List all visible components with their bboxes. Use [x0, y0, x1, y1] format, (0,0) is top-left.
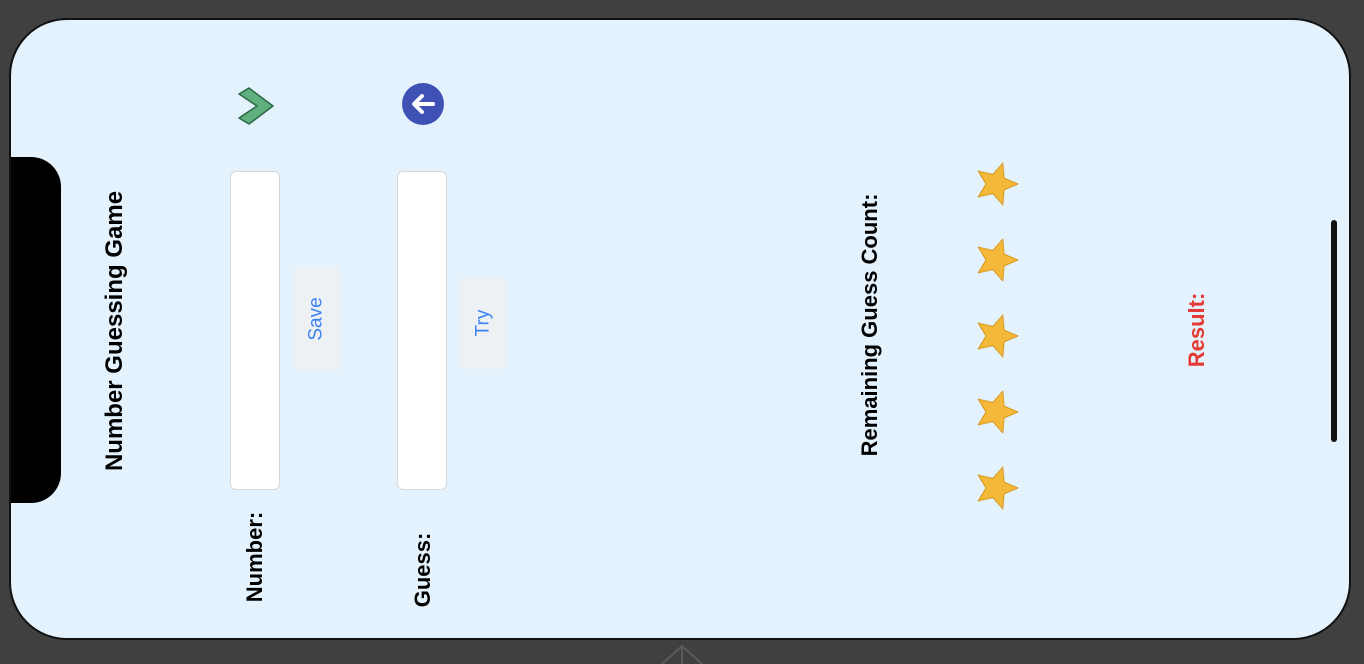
page-title: Number Guessing Game [101, 190, 128, 472]
star-icon [977, 238, 1019, 282]
chevron-right-icon[interactable] [235, 86, 277, 126]
swipe-up-arrow-icon [661, 644, 703, 664]
number-input[interactable] [230, 171, 280, 490]
phone-screen: Number Guessing Game Save Number: Try Gu… [9, 18, 1351, 640]
save-button-label: Save [306, 297, 327, 341]
star-icon [977, 390, 1019, 434]
try-button[interactable]: Try [460, 277, 506, 369]
result-label: Result: [1184, 292, 1209, 368]
guess-label: Guess: [410, 532, 435, 608]
remaining-guess-count-label: Remaining Guess Count: [857, 193, 882, 457]
star-icon [977, 466, 1019, 510]
guess-input[interactable] [397, 171, 447, 490]
device-notch [11, 157, 61, 503]
back-arrow-icon[interactable] [401, 82, 445, 126]
star-icon [977, 314, 1019, 358]
try-button-label: Try [471, 309, 493, 337]
home-indicator [1331, 220, 1337, 442]
number-label: Number: [242, 511, 267, 603]
save-button[interactable]: Save [294, 267, 340, 371]
star-icon [977, 162, 1019, 206]
